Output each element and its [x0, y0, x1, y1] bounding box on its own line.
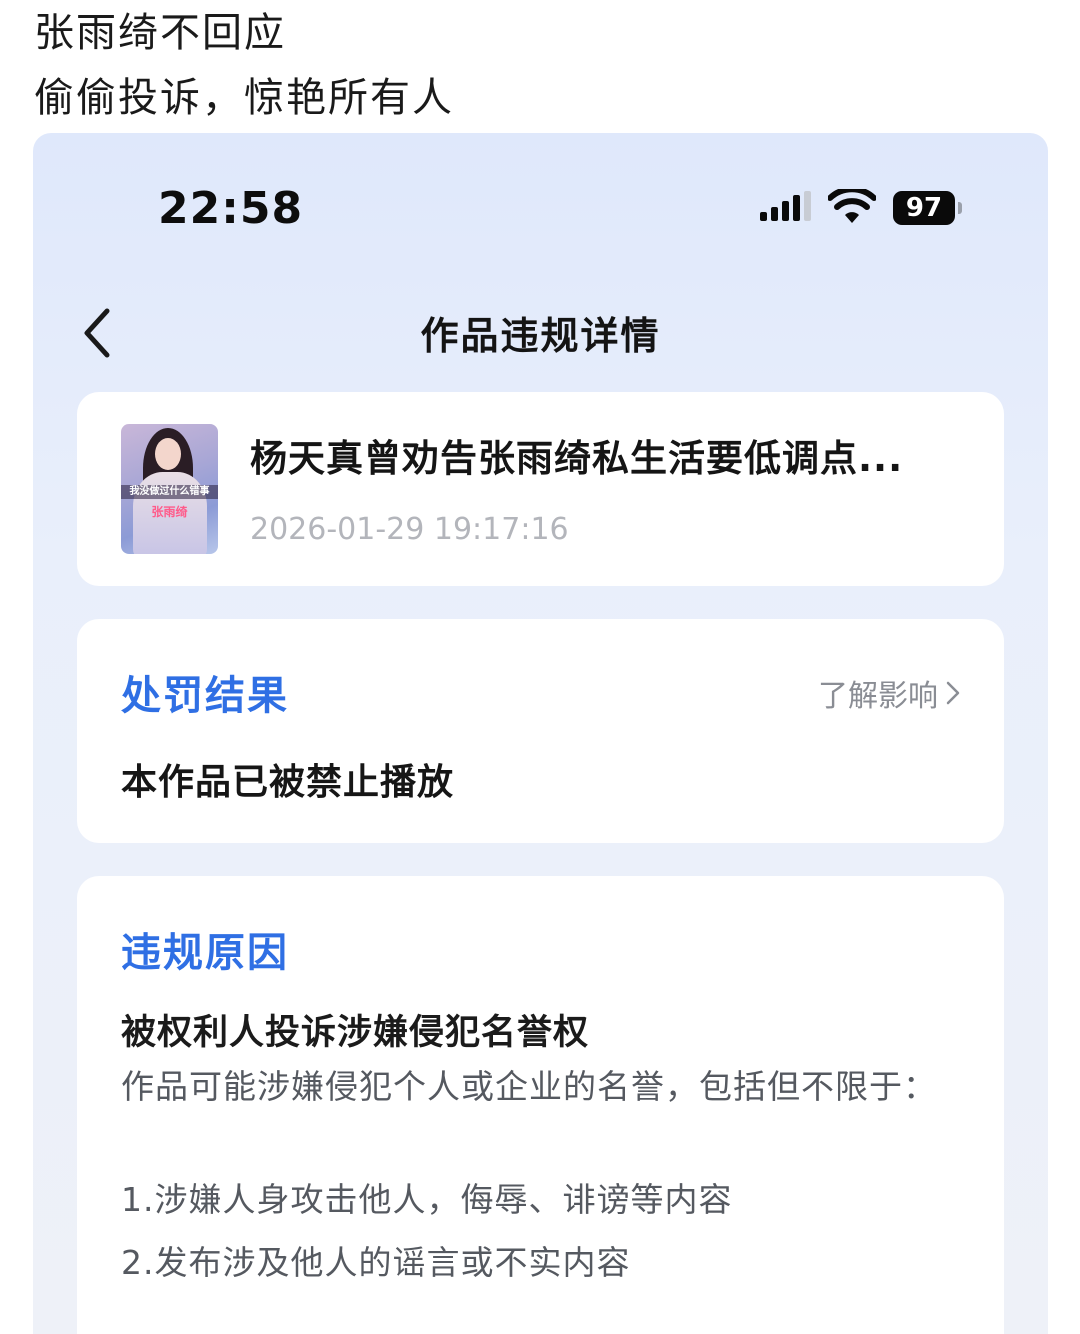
- reason-title: 违规原因: [121, 930, 289, 976]
- post-caption-line2: 偷偷投诉，惊艳所有人: [34, 75, 454, 121]
- chevron-right-icon: [946, 681, 960, 705]
- learn-impact-label: 了解影响: [818, 679, 938, 714]
- status-time: 22:58: [158, 183, 304, 234]
- punishment-title: 处罚结果: [121, 673, 289, 719]
- page-title: 作品违规详情: [420, 314, 661, 358]
- punishment-card: 处罚结果 了解影响 本作品已被禁止播放: [77, 619, 1004, 843]
- work-thumbnail: 我没做过什么错事 张雨绮: [121, 424, 218, 554]
- reason-item: 2.发布涉及他人的谣言或不实内容: [121, 1243, 631, 1282]
- thumbnail-caption: 我没做过什么错事: [121, 485, 218, 499]
- work-timestamp: 2026-01-29 19:17:16: [250, 512, 569, 547]
- phone-screenshot: 22:58 97 作品违规详情 我没做过什么错事 张雨绮 杨天真曾劝告张雨绮私生…: [33, 133, 1048, 1334]
- post-caption-line1: 张雨绮不回应: [34, 10, 286, 56]
- thumbnail-name: 张雨绮: [151, 505, 188, 519]
- reason-card: 违规原因 被权利人投诉涉嫌侵犯名誉权 作品可能涉嫌侵犯个人或企业的名誉，包括但不…: [77, 876, 1004, 1334]
- learn-impact-link[interactable]: 了解影响: [818, 671, 960, 715]
- wifi-icon: [828, 189, 876, 223]
- reason-item: 1.涉嫌人身攻击他人，侮辱、诽谤等内容: [121, 1180, 733, 1219]
- work-card[interactable]: 我没做过什么错事 张雨绮 杨天真曾劝告张雨绮私生活要低调点... 2026-01…: [77, 392, 1004, 586]
- work-title: 杨天真曾劝告张雨绮私生活要低调点...: [250, 437, 904, 480]
- battery-indicator: 97: [893, 191, 955, 225]
- reason-description: 作品可能涉嫌侵犯个人或企业的名誉，包括但不限于：: [121, 1067, 937, 1106]
- punishment-result: 本作品已被禁止播放: [121, 762, 455, 803]
- cellular-signal-icon: [760, 191, 811, 221]
- reason-heading: 被权利人投诉涉嫌侵犯名誉权: [121, 1013, 590, 1053]
- battery-tip: [958, 202, 962, 214]
